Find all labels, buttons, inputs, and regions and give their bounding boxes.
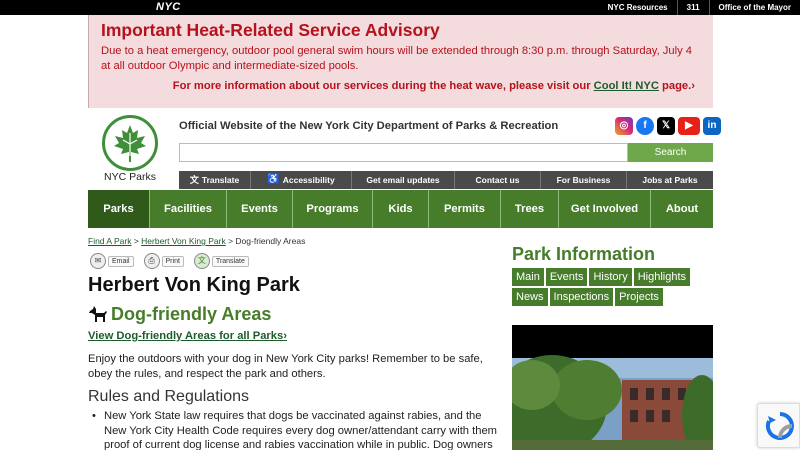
social-icons: ◎ f 𝕏 ▶ in — [615, 117, 721, 135]
nav-facilities[interactable]: Facilities — [149, 190, 226, 228]
section-title: Dog-friendly Areas — [111, 304, 272, 324]
park-title: Herbert Von King Park — [88, 274, 300, 296]
nyc-parks-logo[interactable] — [102, 115, 158, 171]
facebook-icon[interactable]: f — [636, 117, 654, 135]
print-tool[interactable]: ⎙ Print — [143, 253, 184, 269]
x-icon[interactable]: 𝕏 — [657, 117, 675, 135]
park-info-tabs-row1: Main Events History Highlights — [512, 268, 712, 286]
email-icon: ✉ — [90, 253, 106, 269]
park-info-tabs-row2: News Inspections Projects — [512, 288, 712, 306]
nav-parks[interactable]: Parks — [88, 190, 149, 228]
office-of-mayor-link[interactable]: Office of the Mayor — [708, 0, 800, 15]
recaptcha-badge[interactable] — [757, 403, 800, 448]
tab-highlights[interactable]: Highlights — [633, 268, 691, 286]
tab-main[interactable]: Main — [512, 268, 544, 286]
for-business-link[interactable]: For Business — [540, 171, 626, 189]
contact-us-link[interactable]: Contact us — [454, 171, 540, 189]
breadcrumb: Find A Park > Herbert Von King Park > Do… — [88, 236, 306, 246]
accessibility-icon: ♿ — [267, 174, 280, 185]
breadcrumb-find-a-park[interactable]: Find A Park — [88, 236, 131, 246]
tab-events[interactable]: Events — [545, 268, 588, 286]
advisory-more-info: For more information about our services … — [173, 80, 695, 92]
park-info-title: Park Information — [512, 244, 656, 264]
chevron-right-icon: › — [691, 80, 695, 92]
linkedin-icon[interactable]: in — [703, 117, 721, 135]
translate-icon: 文 — [193, 253, 210, 269]
nav-events[interactable]: Events — [226, 190, 292, 228]
rules-heading: Rules and Regulations — [88, 388, 249, 405]
dog-icon — [89, 306, 107, 322]
rules-list: • New York State law requires that dogs … — [92, 409, 500, 450]
nav-trees[interactable]: Trees — [500, 190, 558, 228]
nav-get-involved[interactable]: Get Involved — [558, 190, 650, 228]
heat-advisory: Important Heat-Related Service Advisory … — [88, 15, 713, 108]
nyc-top-bar: NYC NYC Resources 311 Office of the Mayo… — [0, 0, 800, 15]
advisory-more-suffix: page. — [662, 80, 692, 92]
advisory-title: Important Heat-Related Service Advisory — [101, 20, 440, 40]
email-tool[interactable]: ✉ Email — [90, 253, 134, 269]
site-title: Official Website of the New York City De… — [179, 120, 559, 132]
translate-tool[interactable]: 文 Translate — [193, 253, 249, 269]
intro-text: Enjoy the outdoors with your dog in New … — [88, 353, 483, 380]
instagram-icon[interactable]: ◎ — [615, 117, 633, 135]
nav-kids[interactable]: Kids — [372, 190, 428, 228]
translate-link[interactable]: 文 Translate — [179, 171, 250, 189]
chevron-right-icon: › — [283, 330, 287, 342]
advisory-more-prefix: For more information about our services … — [172, 80, 591, 92]
advisory-text: Due to a heat emergency, outdoor pool ge… — [101, 45, 693, 72]
nyc-logo[interactable]: NYC — [156, 1, 181, 13]
cool-it-nyc-link[interactable]: Cool It! NYC — [594, 80, 659, 92]
rule-item: New York State law requires that dogs be… — [104, 410, 497, 450]
tab-news[interactable]: News — [512, 288, 548, 306]
nav-permits[interactable]: Permits — [428, 190, 500, 228]
nyc-resources-link[interactable]: NYC Resources — [599, 0, 677, 15]
tab-inspections[interactable]: Inspections — [549, 288, 614, 306]
main-navigation: Parks Facilities Events Programs Kids Pe… — [88, 190, 713, 228]
search-input[interactable] — [179, 143, 628, 162]
print-icon: ⎙ — [143, 253, 160, 269]
translate-icon: 文 — [189, 175, 199, 185]
page-tools: ✉ Email ⎙ Print 文 Translate — [90, 253, 249, 269]
logo-text: NYC Parks — [104, 171, 156, 183]
nav-about[interactable]: About — [650, 190, 713, 228]
nyc-top-links: NYC Resources 311 Office of the Mayor — [599, 0, 800, 15]
jobs-at-parks-link[interactable]: Jobs at Parks — [626, 171, 713, 189]
utility-bar: 文 Translate ♿ Accessibility Get email upda… — [179, 171, 713, 189]
email-updates-link[interactable]: Get email updates — [351, 171, 454, 189]
recaptcha-icon — [765, 412, 794, 440]
nav-programs[interactable]: Programs — [292, 190, 372, 228]
tab-projects[interactable]: Projects — [615, 288, 663, 306]
breadcrumb-park[interactable]: Herbert Von King Park — [141, 236, 226, 246]
accessibility-link[interactable]: ♿ Accessibility — [250, 171, 351, 189]
maple-leaf-icon — [114, 125, 146, 162]
tab-history[interactable]: History — [589, 268, 632, 286]
breadcrumb-current: Dog-friendly Areas — [235, 236, 306, 246]
park-photo — [512, 325, 713, 450]
youtube-icon[interactable]: ▶ — [678, 117, 700, 135]
search-button[interactable]: Search — [628, 143, 713, 162]
311-link[interactable]: 311 — [676, 0, 709, 15]
bullet-icon: • — [92, 410, 96, 422]
view-all-dog-areas-link[interactable]: View Dog-friendly Areas for all Parks› — [88, 330, 287, 342]
